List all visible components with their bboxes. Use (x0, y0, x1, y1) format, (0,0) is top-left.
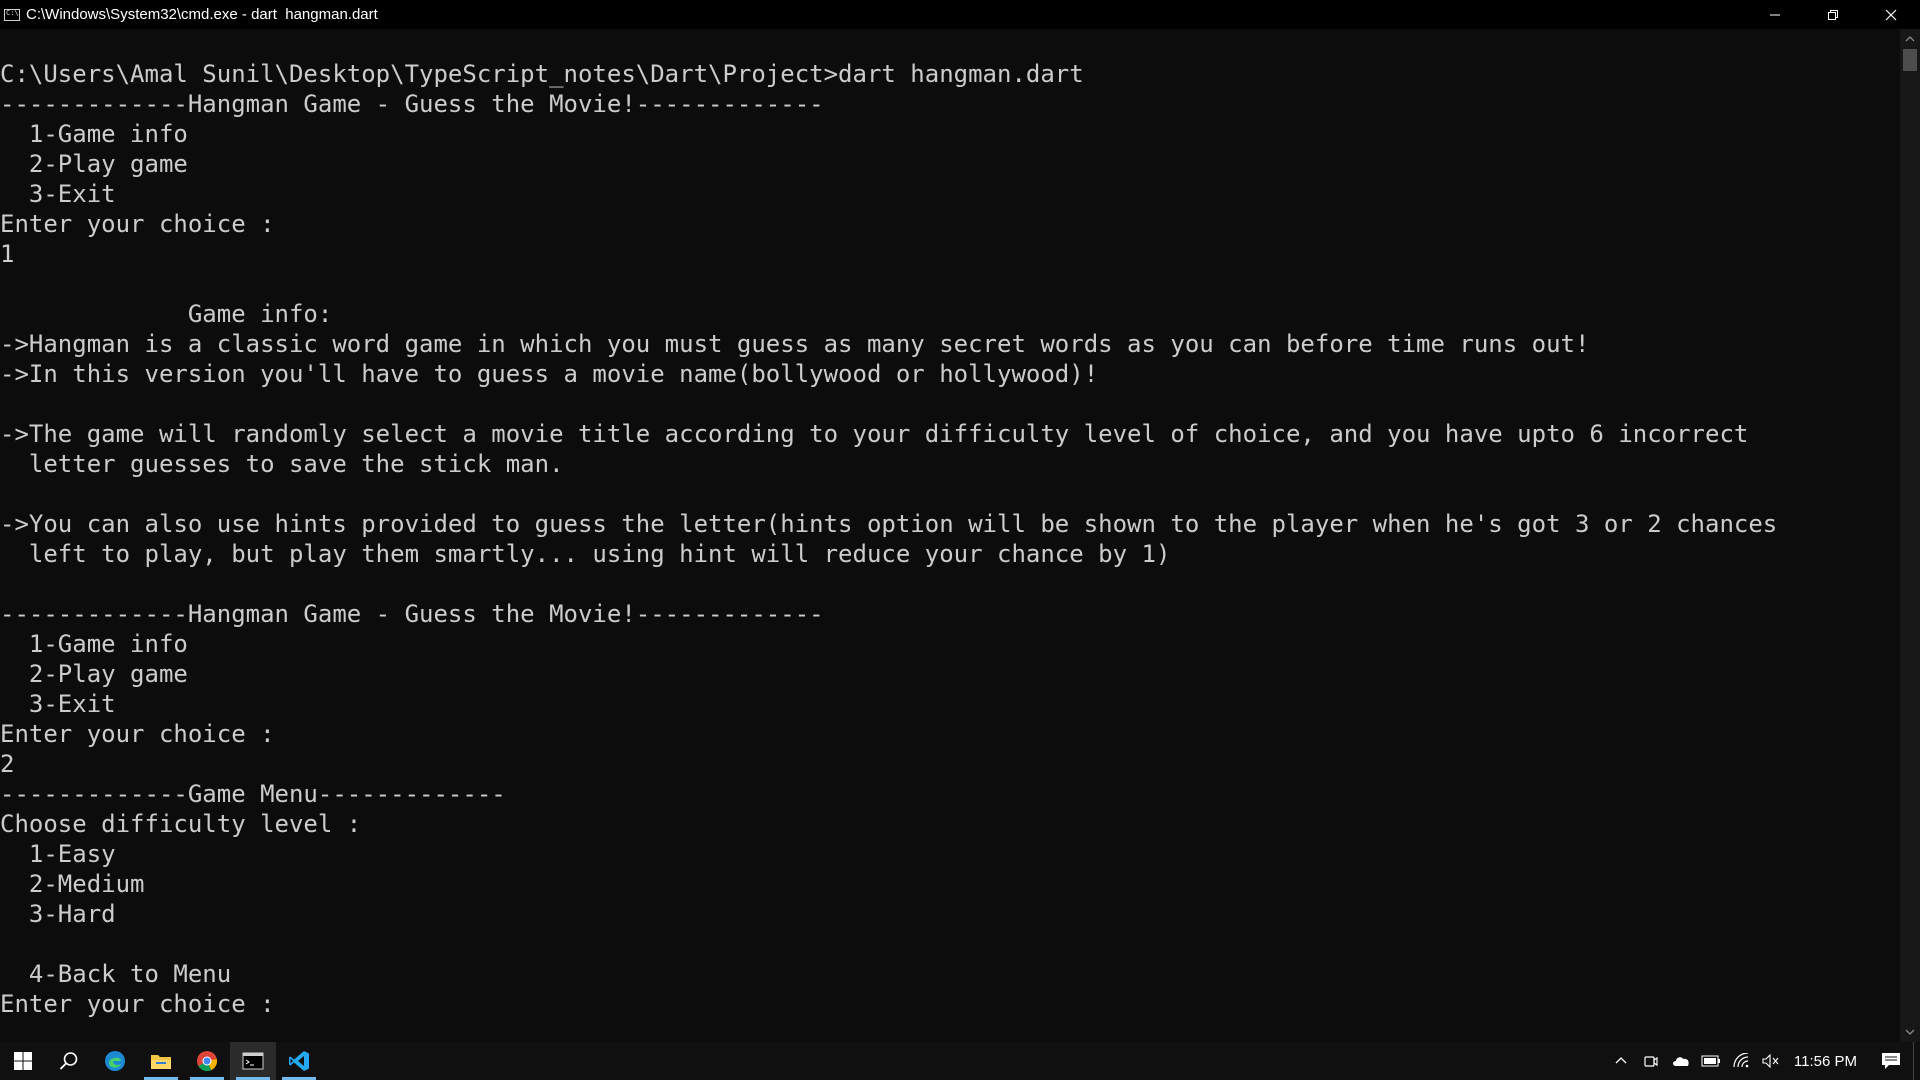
meet-now-icon (1644, 1056, 1658, 1067)
scroll-down-arrow-icon[interactable] (1904, 1026, 1916, 1038)
windows-logo-icon (14, 1052, 32, 1070)
terminal-icon (242, 1052, 264, 1070)
search-button[interactable] (46, 1042, 92, 1080)
window-title: C:\Windows\System32\cmd.exe - dart hangm… (26, 6, 378, 23)
vscode-app[interactable] (276, 1042, 322, 1080)
onedrive-icon (1672, 1057, 1689, 1066)
cmd-window: C:\Windows\System32\cmd.exe - dart hangm… (0, 0, 1920, 1042)
close-button[interactable] (1862, 0, 1920, 29)
onedrive-button[interactable] (1666, 1042, 1696, 1080)
notification-icon (1882, 1053, 1900, 1069)
taskbar: 11:56 PM (0, 1042, 1920, 1080)
show-hidden-icons-button[interactable] (1606, 1042, 1636, 1080)
terminal-area[interactable]: C:\Users\Amal Sunil\Desktop\TypeScript_n… (0, 29, 1900, 1042)
system-tray: 11:56 PM (1606, 1042, 1920, 1080)
terminal-output: C:\Users\Amal Sunil\Desktop\TypeScript_n… (0, 60, 1778, 1018)
show-desktop-button[interactable] (1913, 1042, 1920, 1080)
edge-icon (105, 1051, 125, 1071)
minimize-button[interactable] (1746, 0, 1804, 29)
scrollbar-thumb[interactable] (1903, 49, 1917, 71)
minimize-icon (1770, 14, 1780, 15)
network-button[interactable] (1726, 1042, 1756, 1080)
wifi-icon (1733, 1053, 1749, 1068)
volume-muted-icon (1762, 1054, 1779, 1068)
folder-icon (151, 1055, 171, 1069)
volume-button[interactable] (1756, 1042, 1786, 1080)
chevron-up-icon (1615, 1057, 1627, 1064)
window-controls (1746, 0, 1920, 29)
restore-button[interactable] (1804, 0, 1862, 29)
close-icon (1885, 9, 1897, 20)
title-bar[interactable]: C:\Windows\System32\cmd.exe - dart hangm… (0, 0, 1920, 29)
chrome-app[interactable] (184, 1042, 230, 1080)
clock[interactable]: 11:56 PM (1786, 1053, 1869, 1070)
vscode-icon (289, 1051, 309, 1071)
vertical-scrollbar[interactable] (1900, 29, 1920, 1042)
scroll-up-arrow-icon[interactable] (1904, 33, 1916, 45)
battery-button[interactable] (1696, 1042, 1726, 1080)
battery-icon (1701, 1055, 1720, 1067)
restore-icon (1828, 9, 1838, 20)
chrome-icon (197, 1051, 218, 1072)
edge-app[interactable] (92, 1042, 138, 1080)
search-icon (59, 1052, 78, 1070)
meet-now-button[interactable] (1636, 1042, 1666, 1080)
file-explorer-app[interactable] (138, 1042, 184, 1080)
cmd-app-icon[interactable] (4, 8, 20, 21)
start-button[interactable] (0, 1042, 46, 1080)
action-center-button[interactable] (1869, 1042, 1913, 1080)
cmd-app[interactable] (230, 1042, 276, 1080)
